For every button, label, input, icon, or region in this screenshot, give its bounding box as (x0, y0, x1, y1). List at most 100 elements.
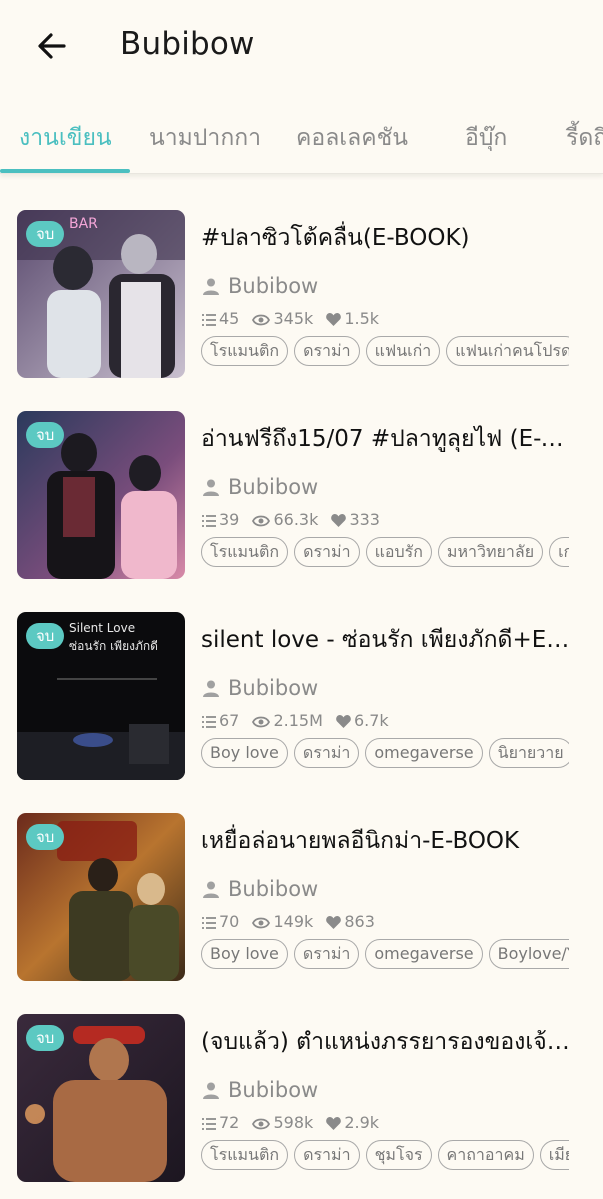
tag-chip[interactable]: แฟนเก่า (365, 336, 441, 366)
tab-readers[interactable]: รี้ดถึ (566, 120, 603, 156)
chapters-count: 70 (202, 912, 239, 931)
eye-icon (252, 1118, 271, 1130)
book-title[interactable]: อ่านฟรีถึง15/07 #ปลาทูลุยไฟ (E-BOOK) (201, 421, 571, 457)
tag-chip[interactable]: แฟนเก่าคนโปรด (446, 336, 569, 366)
author-name: Bubibow (228, 676, 319, 700)
likes-count: 863 (326, 912, 375, 931)
list-icon (202, 314, 216, 326)
book-item[interactable]: BAR จบ #ปลาซิวโต้คลื่น(E-BOOK) Bubibow 4… (0, 210, 603, 380)
list-icon (202, 515, 216, 527)
chapters-count: 67 (202, 711, 239, 730)
views-count: 66.3k (252, 510, 318, 529)
tag-chip[interactable]: เมีย (539, 1140, 569, 1170)
book-item[interactable]: Silent Love ซ่อนรัก เพียงภักดี จบ silent… (0, 612, 603, 782)
views-count: 598k (252, 1113, 313, 1132)
tab-pen-names[interactable]: นามปากกา (149, 120, 261, 156)
book-title[interactable]: (จบแล้ว) ตำแหน่งภรรยารองของเจ้าพ่อ (201, 1024, 571, 1060)
app-header: Bubibow (0, 0, 603, 95)
user-icon (203, 881, 219, 898)
author-name: Bubibow (228, 274, 319, 298)
tab-collections[interactable]: คอลเลคชัน (296, 120, 408, 156)
list-icon (202, 917, 216, 929)
heart-icon (326, 916, 342, 929)
tag-list: โรแมนติกดราม่าแอบรักมหาวิทยาลัยเกย์ (201, 537, 569, 569)
book-cover[interactable]: จบ (17, 1014, 185, 1182)
likes-count: 333 (331, 510, 380, 529)
book-stats: 45 345k 1.5k (202, 308, 387, 328)
chapters-count: 39 (202, 510, 239, 529)
book-title[interactable]: silent love - ซ่อนรัก เพียงภักดี+E-BOOK (201, 622, 571, 658)
tag-chip[interactable]: คาถาอาคม (437, 1140, 534, 1170)
user-icon (203, 278, 219, 295)
views-count: 149k (252, 912, 313, 931)
tab-bar: งานเขียน นามปากกา คอลเลคชัน อีบุ๊ก รี้ดถ… (0, 100, 603, 174)
tag-chip[interactable]: มหาวิทยาลัย (437, 537, 544, 567)
user-icon (203, 1082, 219, 1099)
tag-chip[interactable]: omegaverse (365, 939, 483, 969)
book-item[interactable]: จบ อ่านฟรีถึง15/07 #ปลาทูลุยไฟ (E-BOOK) … (0, 411, 603, 581)
tag-chip[interactable]: โรแมนติก (201, 336, 289, 366)
chapters-count: 45 (202, 309, 239, 328)
heart-icon (326, 1117, 342, 1130)
user-icon (203, 680, 219, 697)
tag-list: โรแมนติก ดราม่า แฟนเก่า แฟนเก่าคนโปรด (201, 336, 569, 368)
tag-chip[interactable]: ดราม่า (293, 939, 360, 969)
views-count: 2.15M (252, 711, 323, 730)
book-item[interactable]: จบ เหยื่อล่อนายพลอีนิกม่า-E-BOOK Bubibow… (0, 813, 603, 983)
views-count: 345k (252, 309, 313, 328)
tag-chip[interactable]: ดราม่า (294, 336, 360, 366)
tab-ebooks[interactable]: อีบุ๊ก (465, 120, 507, 156)
eye-icon (252, 917, 271, 929)
tag-chip[interactable]: ดราม่า (293, 738, 360, 768)
tag-chip[interactable]: เกย์ (549, 537, 569, 567)
likes-count: 1.5k (326, 309, 379, 328)
author-name: Bubibow (228, 877, 319, 901)
eye-icon (252, 716, 271, 728)
tag-chip[interactable]: ดราม่า (294, 1140, 360, 1170)
book-cover[interactable]: จบ (17, 411, 185, 579)
book-title[interactable]: #ปลาซิวโต้คลื่น(E-BOOK) (201, 220, 571, 256)
book-title[interactable]: เหยื่อล่อนายพลอีนิกม่า-E-BOOK (201, 823, 571, 859)
book-stats: 39 66.3k 333 (202, 509, 388, 529)
tag-chip[interactable]: ดราม่า (294, 537, 360, 567)
tag-chip[interactable]: นิยายวาย (488, 738, 569, 768)
user-icon (203, 479, 219, 496)
likes-count: 6.7k (336, 711, 389, 730)
book-cover[interactable]: BAR จบ (17, 210, 185, 378)
tag-chip[interactable]: Boy love (201, 738, 288, 768)
svg-text:BAR: BAR (69, 216, 98, 232)
book-stats: 67 2.15M 6.7k (202, 710, 397, 730)
tag-chip[interactable]: โรแมนติก (201, 537, 289, 567)
tag-chip[interactable]: ชุมโจร (365, 1140, 432, 1170)
tag-chip[interactable]: โรแมนติก (201, 1140, 289, 1170)
tab-works[interactable]: งานเขียน (19, 120, 112, 156)
tag-chip[interactable]: Boylove/Yaoi (488, 939, 569, 969)
arrow-left-icon (38, 33, 66, 59)
author-name: Bubibow (228, 475, 319, 499)
likes-count: 2.9k (326, 1113, 379, 1132)
page-title: Bubibow (120, 26, 255, 62)
tag-chip[interactable]: แอบรัก (365, 537, 432, 567)
status-badge: จบ (26, 623, 65, 649)
tag-chip[interactable]: omegaverse (365, 738, 483, 768)
heart-icon (326, 313, 342, 326)
heart-icon (336, 715, 351, 728)
back-button[interactable] (32, 26, 72, 66)
book-stats: 70 149k 863 (202, 911, 383, 931)
book-item[interactable]: จบ (จบแล้ว) ตำแหน่งภรรยารองของเจ้าพ่อ Bu… (0, 1014, 603, 1184)
svg-text:Silent Love: Silent Love (69, 621, 135, 635)
heart-icon (331, 514, 347, 527)
active-tab-indicator (0, 169, 130, 173)
eye-icon (252, 314, 271, 326)
book-cover[interactable]: จบ (17, 813, 185, 981)
status-badge: จบ (26, 422, 65, 448)
tag-list: Boy love ดราม่า omegaverse นิยายวาย (201, 738, 569, 770)
status-badge: จบ (26, 824, 65, 850)
eye-icon (252, 515, 271, 527)
book-cover[interactable]: Silent Love ซ่อนรัก เพียงภักดี จบ (17, 612, 185, 780)
chapters-count: 72 (202, 1113, 239, 1132)
status-badge: จบ (26, 1025, 65, 1051)
tag-chip[interactable]: Boy love (201, 939, 288, 969)
tag-list: โรแมนติกดราม่าชุมโจรคาถาอาคมเมีย (201, 1140, 569, 1172)
list-icon (202, 716, 216, 728)
